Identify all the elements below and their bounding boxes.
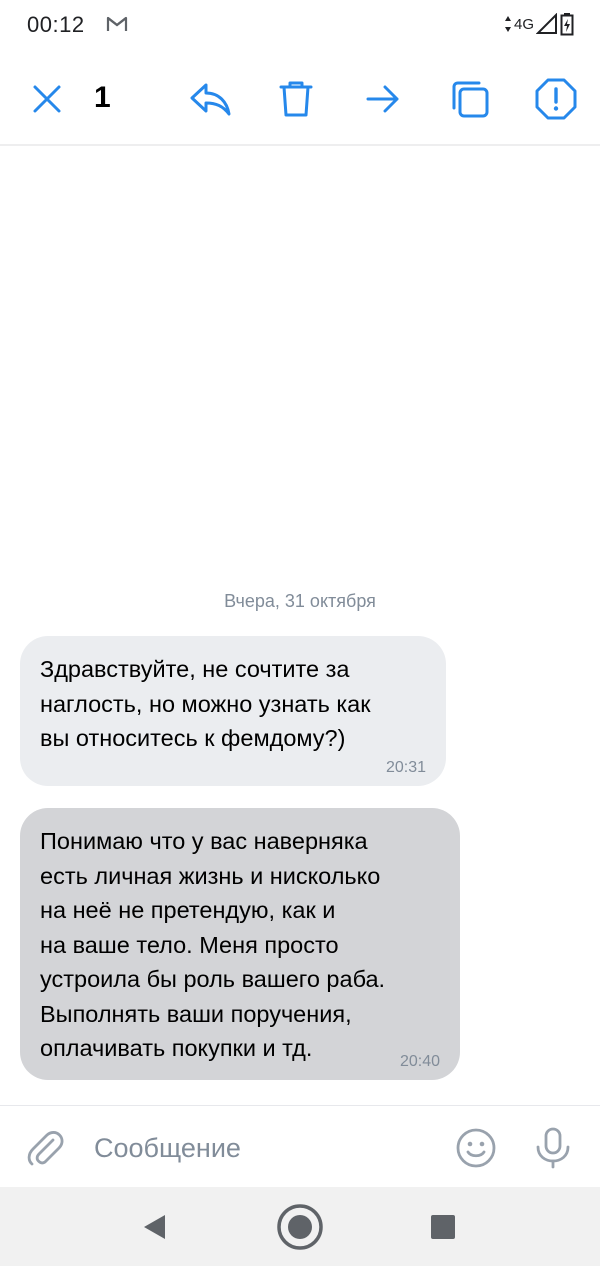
home-icon xyxy=(277,1204,323,1250)
status-time: 00:12 xyxy=(27,12,85,37)
delete-button[interactable] xyxy=(271,74,321,124)
selected-count: 1 xyxy=(94,81,111,114)
gmail-icon xyxy=(106,15,128,38)
nav-back-button[interactable] xyxy=(128,1201,180,1253)
back-icon xyxy=(144,1215,165,1239)
selection-action-bar: 1 xyxy=(0,52,600,146)
copy-button[interactable] xyxy=(445,74,495,124)
message-time: 20:31 xyxy=(385,759,426,776)
report-icon xyxy=(535,78,577,120)
trash-icon xyxy=(279,81,313,117)
nav-home-button[interactable] xyxy=(274,1201,326,1253)
battery-charging-icon xyxy=(560,13,574,36)
message-time: 20:40 xyxy=(399,1053,440,1070)
recents-icon xyxy=(431,1215,455,1239)
attach-button[interactable] xyxy=(24,1126,68,1170)
reply-icon xyxy=(190,83,231,116)
report-button[interactable] xyxy=(531,74,581,124)
message-composer xyxy=(0,1105,600,1187)
message-bubble-selected[interactable]: Понимаю что у вас наверняка есть личная … xyxy=(20,808,460,1080)
forward-icon xyxy=(366,85,399,113)
message-text: Понимаю что у вас наверняка есть личная … xyxy=(40,828,386,1061)
emoji-icon xyxy=(456,1128,496,1168)
microphone-icon xyxy=(536,1127,570,1169)
signal-icon xyxy=(536,13,557,34)
data-arrows-icon xyxy=(504,16,511,32)
status-indicators: 4G xyxy=(504,12,574,36)
system-navigation-bar xyxy=(0,1187,600,1266)
attach-icon xyxy=(27,1131,64,1166)
voice-message-button[interactable] xyxy=(531,1126,575,1170)
message-text: Здравствуйте, не сочтите за наглость, но… xyxy=(40,656,371,751)
message-input[interactable] xyxy=(94,1126,434,1170)
status-bar: 00:12 4G xyxy=(0,0,600,52)
emoji-button[interactable] xyxy=(454,1126,498,1170)
close-selection-button[interactable] xyxy=(22,74,72,124)
reply-button[interactable] xyxy=(185,74,235,124)
copy-icon xyxy=(452,81,489,118)
close-icon xyxy=(33,85,61,113)
message-bubble[interactable]: Здравствуйте, не сочтите за наглость, но… xyxy=(20,636,446,786)
network-type: 4G xyxy=(513,15,534,33)
nav-recents-button[interactable] xyxy=(417,1201,469,1253)
forward-button[interactable] xyxy=(358,74,408,124)
date-separator: Вчера, 31 октября xyxy=(224,591,376,611)
